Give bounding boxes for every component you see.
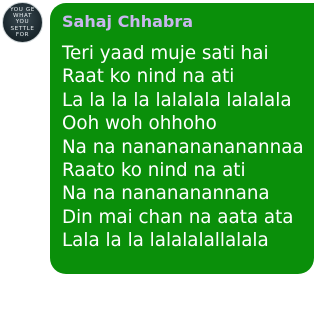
message-line: Din mai chan na aata ata bbox=[62, 206, 294, 228]
message-line: Ooh woh ohhoho bbox=[62, 113, 217, 135]
sender-name[interactable]: Sahaj Chhabra bbox=[62, 11, 304, 33]
message-line: La la la la lalalala lalalala bbox=[62, 89, 292, 111]
message-bubble[interactable]: Sahaj Chhabra Teri yaad muje sati hai Ra… bbox=[50, 3, 314, 274]
avatar[interactable]: YOU GE WHAT YOU SETTLE FOR bbox=[2, 2, 43, 43]
message-line: Raato ko nind na ati bbox=[62, 160, 246, 182]
message-line: Raat ko nind na ati bbox=[62, 66, 235, 88]
message-line: Lala la la lalalalallalala bbox=[62, 230, 269, 252]
chat-message-row: YOU GE WHAT YOU SETTLE FOR Sahaj Chhabra… bbox=[0, 0, 314, 320]
message-line: Teri yaad muje sati hai bbox=[62, 43, 269, 64]
message-line: Na na nanananananannaa bbox=[62, 136, 304, 158]
avatar-text-line: FOR bbox=[15, 31, 30, 38]
message-line: Na na nanananannana bbox=[62, 183, 270, 205]
message-body: Teri yaad muje sati hai Raat ko nind na … bbox=[62, 42, 304, 253]
